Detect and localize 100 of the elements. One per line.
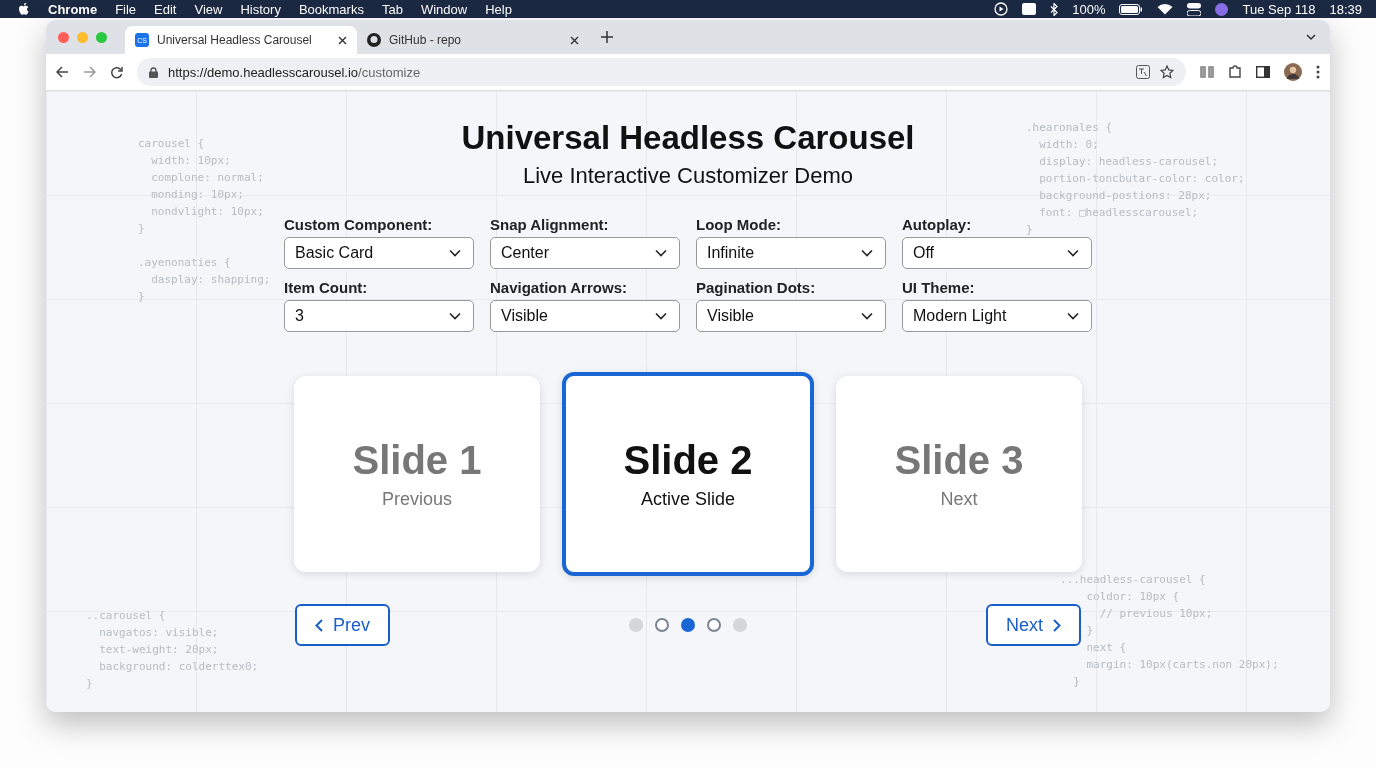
- code-line: width: 10px;: [150, 153, 232, 169]
- dropdown[interactable]: Modern Light: [902, 300, 1092, 332]
- slide-card[interactable]: Slide 3 Next: [836, 376, 1082, 572]
- code-line: ..carousel {: [86, 608, 167, 624]
- sidebar-icon[interactable]: [1256, 66, 1270, 78]
- translate-icon[interactable]: [1136, 65, 1150, 79]
- menu-item[interactable]: File: [115, 1, 137, 17]
- chevron-down-icon: [1067, 249, 1079, 257]
- dropdown[interactable]: Off: [902, 237, 1092, 269]
- dropdown[interactable]: Infinite: [696, 237, 886, 269]
- slide-card[interactable]: Slide 2 Active Slide: [562, 372, 814, 576]
- star-icon[interactable]: [1160, 65, 1174, 79]
- code-line: }: [86, 676, 94, 692]
- field-label: Snap Alignment:: [490, 216, 609, 233]
- code-line: // previous 10px;: [1098, 606, 1214, 622]
- menu-item[interactable]: View: [194, 1, 223, 17]
- field-label: Custom Component:: [284, 216, 433, 233]
- menu-item[interactable]: Bookmarks: [298, 1, 364, 17]
- code-line: next {: [1085, 640, 1128, 656]
- forward-icon[interactable]: [83, 66, 96, 78]
- lock-icon: [149, 66, 158, 78]
- chevron-right-icon: [1053, 618, 1061, 632]
- code-line: }: [138, 289, 146, 305]
- avatar-icon[interactable]: [1284, 63, 1302, 81]
- chevron-down-icon: [1067, 312, 1079, 320]
- bluetooth-icon[interactable]: [1050, 2, 1059, 16]
- chevron-down-icon: [655, 249, 667, 257]
- field-label: Loop Mode:: [696, 216, 781, 233]
- chevron-down-icon: [449, 312, 461, 320]
- code-line: font: □headlesscarousel;: [1038, 205, 1200, 221]
- pagination-dot[interactable]: [629, 618, 643, 632]
- wifi-icon[interactable]: [1157, 3, 1174, 15]
- reload-icon[interactable]: [110, 65, 123, 79]
- code-line: margin: 10px(carts.non 20px);: [1085, 657, 1279, 673]
- next-button[interactable]: Next: [986, 604, 1081, 646]
- code-line: background-postions: 28px;: [1038, 188, 1213, 204]
- field-label: UI Theme:: [902, 279, 975, 296]
- close-icon[interactable]: [570, 35, 579, 45]
- menu-time: 18:39: [1329, 1, 1362, 17]
- menu-item[interactable]: Window: [420, 1, 468, 17]
- code-line: coldor: 10px {: [1085, 589, 1181, 605]
- dropdown[interactable]: Visible: [696, 300, 886, 332]
- toggle-icon[interactable]: [1187, 2, 1202, 16]
- menu-item[interactable]: Tab: [381, 1, 403, 17]
- chevron-left-icon: [315, 618, 323, 632]
- code-line: nondvlight: 10px;: [150, 204, 264, 220]
- menu-item[interactable]: History: [240, 1, 281, 17]
- orb-icon[interactable]: [1215, 2, 1229, 16]
- code-line: .hearonales {: [1026, 120, 1114, 136]
- code-line: monding: 10px;: [150, 187, 245, 203]
- code-line: .ayenonaties {: [138, 255, 232, 271]
- display-icon[interactable]: [1022, 3, 1037, 15]
- pagination-dot[interactable]: [733, 618, 747, 632]
- chevron-down-icon: [861, 312, 873, 320]
- code-line: }: [1026, 222, 1034, 238]
- apple-icon[interactable]: [18, 2, 30, 16]
- field-label: Autoplay:: [902, 216, 972, 233]
- address-bar[interactable]: https://demo.headlesscarousel.io/customize: [137, 58, 1186, 86]
- menu-date: Tue Sep 118: [1242, 1, 1316, 17]
- battery-icon[interactable]: [1119, 3, 1144, 15]
- pagination-dot[interactable]: [707, 618, 721, 632]
- code-line: }: [1085, 623, 1095, 639]
- chevron-down-icon: [655, 312, 667, 320]
- menu-item[interactable]: Edit: [154, 1, 177, 17]
- dropdown[interactable]: Basic Card: [284, 237, 474, 269]
- tab-list-icon[interactable]: [1306, 33, 1316, 41]
- code-line: portion-toncbutar-color: color;: [1038, 171, 1245, 187]
- new-tab-icon[interactable]: [601, 31, 613, 43]
- code-line: ...headless-carousel {: [1060, 572, 1207, 588]
- code-line: carousel {: [138, 136, 206, 152]
- menu-item[interactable]: Chrome: [48, 1, 98, 17]
- chevron-down-icon: [449, 249, 461, 257]
- code-line: background: colderttex0;: [98, 659, 259, 675]
- code-line: }: [138, 221, 146, 237]
- code-line: navgatos: visible;: [98, 625, 220, 641]
- browser-tab[interactable]: GitHub - repo: [357, 26, 589, 54]
- page-subtitle: Live Interactive Customizer Demo: [522, 163, 854, 189]
- code-line: display: headless-carousel;: [1038, 154, 1220, 170]
- pagination-dot[interactable]: [681, 618, 695, 632]
- close-icon[interactable]: [338, 35, 347, 45]
- field-label: Pagination Dots:: [696, 279, 816, 296]
- dropdown[interactable]: 3: [284, 300, 474, 332]
- dropdown[interactable]: Visible: [490, 300, 680, 332]
- page-title: Universal Headless Carousel: [461, 119, 915, 157]
- play-icon[interactable]: [994, 2, 1009, 16]
- prev-button[interactable]: Prev: [295, 604, 390, 646]
- code-line: complone: normal;: [150, 170, 264, 186]
- code-line: text-weight: 20px;: [98, 642, 220, 658]
- back-icon[interactable]: [56, 66, 69, 78]
- field-label: Item Count:: [284, 279, 368, 296]
- battery-percentage: 100%: [1072, 1, 1106, 17]
- field-label: Navigation Arrows:: [490, 279, 627, 296]
- chevron-down-icon: [861, 249, 873, 257]
- pagination-dot[interactable]: [655, 618, 669, 632]
- more-icon[interactable]: [1316, 65, 1320, 79]
- slide-card[interactable]: Slide 1 Previous: [294, 376, 540, 572]
- code-line: }: [1072, 674, 1081, 690]
- code-line: dasplay: shapping;: [150, 272, 271, 288]
- menu-item[interactable]: Help: [485, 1, 512, 17]
- dropdown[interactable]: Center: [490, 237, 680, 269]
